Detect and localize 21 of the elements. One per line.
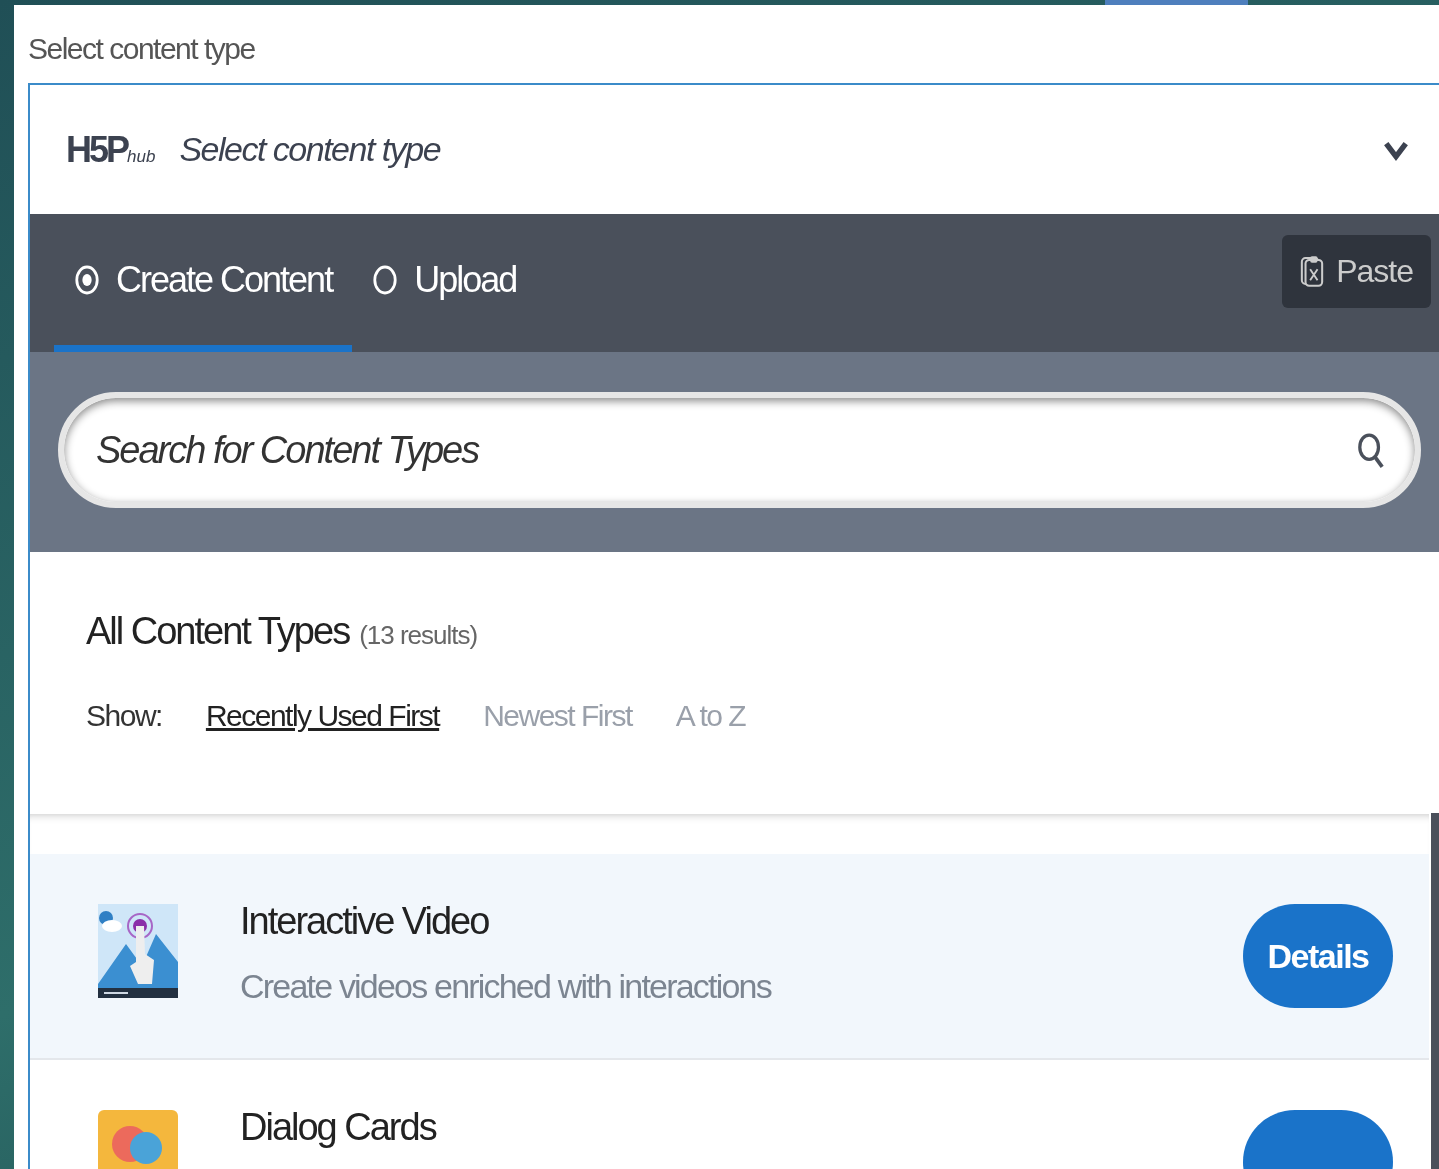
sort-option[interactable]: Recently Used First bbox=[205, 699, 440, 733]
show-label: Show: bbox=[86, 699, 162, 733]
results-title: All Content Types bbox=[86, 610, 350, 653]
clipboard-icon bbox=[1300, 254, 1325, 288]
search-field[interactable]: Search for Content Types bbox=[58, 392, 1421, 508]
details-button[interactable]: Details bbox=[1243, 904, 1393, 1008]
tab[interactable]: Upload bbox=[352, 214, 537, 352]
content-type-summary: Create videos enriched with interactions bbox=[240, 967, 773, 1006]
field-label: Select content type bbox=[28, 31, 256, 67]
radio-icon bbox=[74, 263, 100, 296]
paste-button[interactable]: Paste bbox=[1282, 234, 1431, 308]
search-icon bbox=[1357, 430, 1385, 470]
scrollbar[interactable] bbox=[1431, 813, 1439, 1169]
content-type-title: Dialog Cards bbox=[240, 1106, 438, 1149]
radio-icon bbox=[372, 263, 399, 296]
content-type-title: Interactive Video bbox=[240, 900, 490, 943]
results-count: (13 results) bbox=[359, 620, 478, 651]
selector-title: Select content type bbox=[179, 130, 442, 169]
hub-logo: H5Phub bbox=[66, 128, 156, 171]
content-type-row[interactable]: Interactive Video Create videos enriched with interactions Details bbox=[30, 854, 1429, 1060]
video-mountain-icon bbox=[98, 904, 178, 998]
